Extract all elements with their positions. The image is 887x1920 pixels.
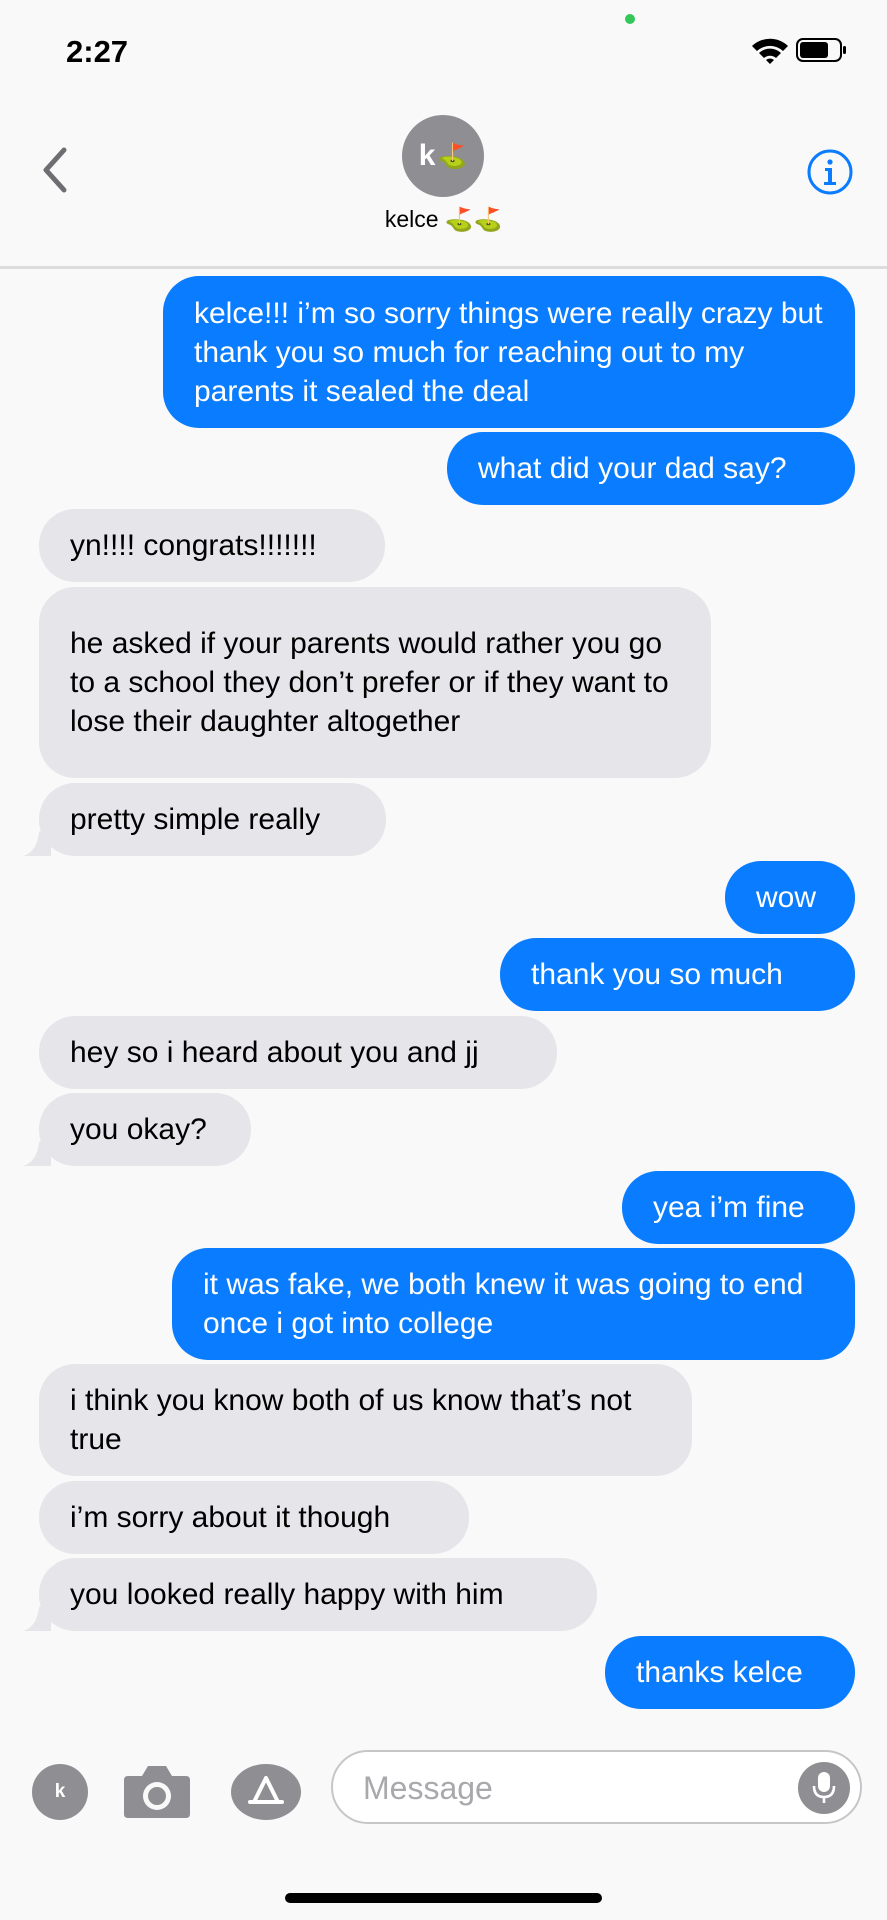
outgoing-message-bubble[interactable]: what did your dad say? bbox=[447, 432, 855, 505]
outgoing-message-bubble[interactable]: it was fake, we both knew it was going t… bbox=[172, 1248, 855, 1360]
wifi-icon bbox=[752, 38, 788, 64]
app-store-icon[interactable] bbox=[231, 1764, 301, 1820]
incoming-message-bubble[interactable]: you looked really happy with him bbox=[39, 1558, 597, 1631]
outgoing-message-bubble[interactable]: wow bbox=[725, 861, 855, 934]
golf-flag-emoji: ⛳ bbox=[437, 142, 468, 170]
battery-icon bbox=[796, 38, 846, 62]
incoming-message-bubble[interactable]: you okay? bbox=[39, 1093, 251, 1166]
info-icon[interactable] bbox=[806, 148, 854, 196]
contact-name[interactable]: kelce ⛳⛳ bbox=[0, 206, 887, 233]
message-placeholder: Message bbox=[363, 1770, 493, 1806]
incoming-message-bubble[interactable]: yn!!!! congrats!!!!!!! bbox=[39, 509, 385, 582]
messages-screen: 2:27 k ⛳ kelce ⛳⛳ kelce!!! i’m so sorry … bbox=[0, 0, 887, 1920]
outgoing-message-bubble[interactable]: thank you so much bbox=[500, 938, 855, 1011]
camera-indicator-dot bbox=[625, 14, 635, 24]
contact-avatar[interactable]: k ⛳ bbox=[402, 115, 484, 197]
outgoing-message-bubble[interactable]: thanks kelce bbox=[605, 1636, 855, 1709]
bubble-tail bbox=[23, 826, 51, 856]
message-input[interactable]: Message bbox=[331, 1750, 862, 1824]
bubble-tail bbox=[23, 1136, 51, 1166]
header-divider bbox=[0, 266, 887, 269]
avatar-initial: k bbox=[418, 139, 436, 172]
camera-icon[interactable] bbox=[122, 1762, 192, 1820]
incoming-message-bubble[interactable]: pretty simple really bbox=[39, 783, 386, 856]
outgoing-message-bubble[interactable]: yea i’m fine bbox=[622, 1171, 855, 1244]
outgoing-message-bubble[interactable]: kelce!!! i’m so sorry things were really… bbox=[163, 276, 855, 428]
chevron-left-icon[interactable] bbox=[36, 144, 76, 196]
microphone-icon[interactable] bbox=[798, 1762, 850, 1814]
status-time: 2:27 bbox=[66, 34, 129, 69]
incoming-message-bubble[interactable]: he asked if your parents would rather yo… bbox=[39, 587, 711, 778]
bubble-tail bbox=[23, 1601, 51, 1631]
memoji-icon[interactable]: k bbox=[32, 1764, 88, 1820]
incoming-message-bubble[interactable]: i think you know both of us know that’s … bbox=[39, 1364, 692, 1476]
home-indicator bbox=[285, 1893, 602, 1903]
app-avatar-initial: k bbox=[54, 1781, 66, 1802]
incoming-message-bubble[interactable]: i’m sorry about it though bbox=[39, 1481, 469, 1554]
incoming-message-bubble[interactable]: hey so i heard about you and jj bbox=[39, 1016, 557, 1089]
